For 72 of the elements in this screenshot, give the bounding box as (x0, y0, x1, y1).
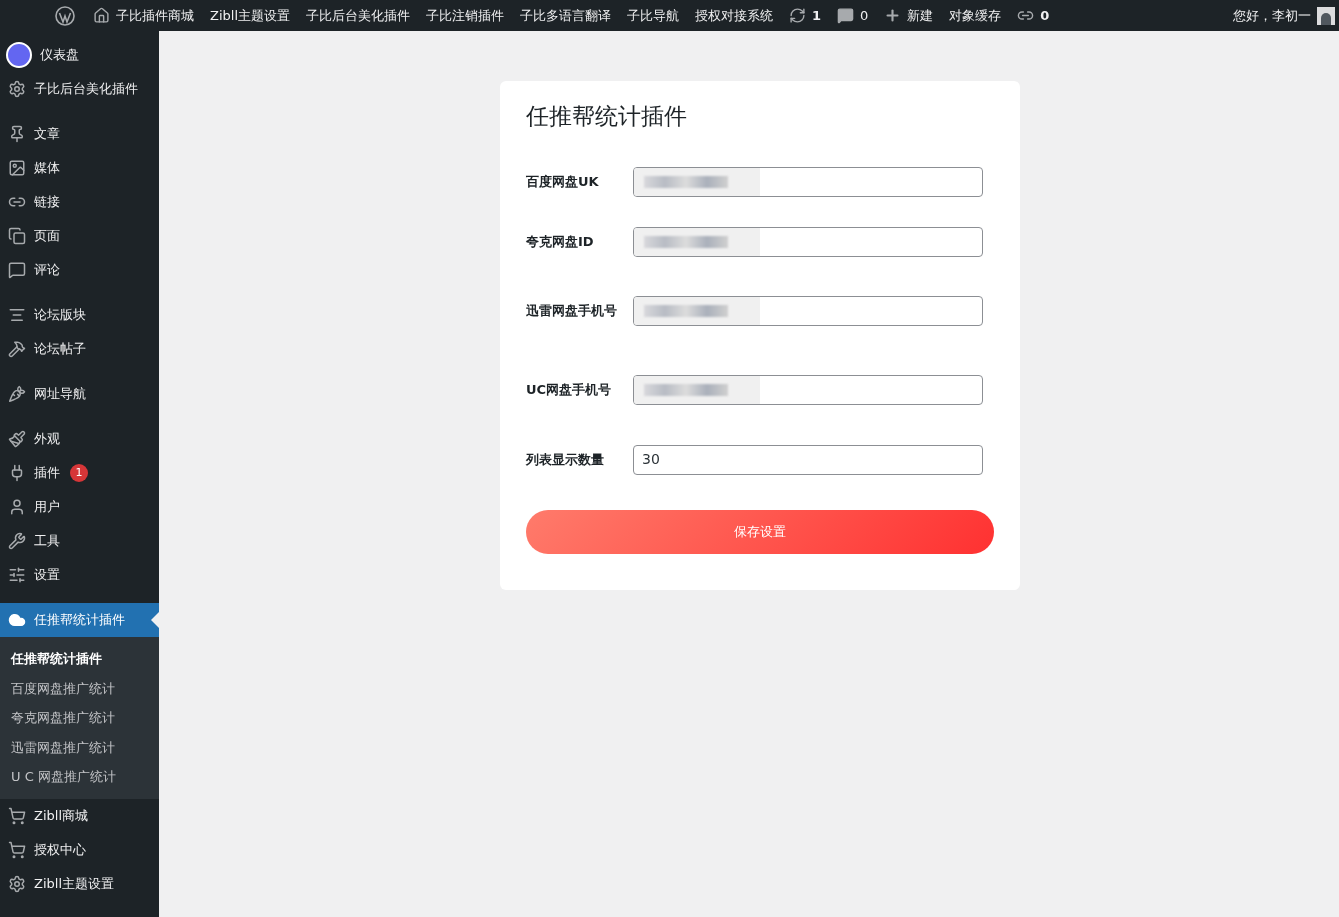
pointer-arrow (151, 612, 159, 628)
text-input[interactable]: 30 (633, 444, 983, 475)
field-label: 迅雷网盘手机号 (526, 302, 618, 320)
sidebar-item[interactable]: 用户 (0, 490, 159, 524)
pages-icon (8, 227, 26, 245)
wrench-icon (8, 532, 26, 550)
greeting-text[interactable]: 您好，李初一 (1233, 5, 1311, 26)
plus-icon (884, 7, 902, 24)
sidebar-item[interactable]: Zibll商城 (0, 798, 159, 833)
sidebar-item[interactable]: 评论 (0, 253, 159, 287)
field-label: 夸克网盘ID (526, 232, 595, 251)
brush-icon (8, 430, 26, 448)
sidebar-item[interactable]: 任推帮统计插件 (0, 603, 159, 637)
site-home-link[interactable]: 子比插件商城 (85, 0, 202, 31)
toolbar-link[interactable]: 子比后台美化插件 (298, 0, 418, 31)
cart-icon (8, 806, 26, 825)
refresh-icon (789, 7, 806, 24)
submenu-item[interactable]: 任推帮统计插件 (0, 644, 159, 674)
toolbar-link[interactable]: 子比注销插件 (418, 0, 512, 31)
sidebar-item[interactable]: 插件 1 (0, 456, 159, 490)
toolbar-link[interactable]: Zibll主题设置 (202, 0, 298, 31)
submenu-item[interactable]: 迅雷网盘推广统计 (0, 732, 159, 762)
toolbar-link[interactable]: 子比多语言翻译 (512, 0, 619, 31)
sidebar-item[interactable]: 媒体 (0, 151, 159, 185)
card-title: 任推帮统计插件 (526, 102, 688, 131)
text-input[interactable] (633, 166, 983, 197)
updates-link[interactable]: 1 (781, 0, 830, 31)
sidebar-item[interactable]: 外观 (0, 422, 159, 456)
submenu-item[interactable]: 百度网盘推广统计 (0, 673, 159, 703)
field-label: 百度网盘UK (526, 172, 600, 191)
sidebar-item[interactable]: 文章 (0, 117, 159, 151)
sidebar-item[interactable]: 论坛帖子 (0, 332, 159, 366)
count-badge: 1 (70, 464, 88, 482)
user-icon (8, 498, 26, 516)
sliders-icon (8, 566, 26, 584)
gear-icon (8, 874, 26, 893)
sidebar-item[interactable]: 工具 (0, 524, 159, 558)
avatar-icon[interactable] (1317, 6, 1335, 25)
submenu-item[interactable]: U C 网盘推广统计 (0, 762, 159, 792)
comments-link[interactable]: 0 (829, 0, 877, 31)
text-input[interactable] (633, 375, 983, 405)
gear-icon (8, 80, 26, 98)
toolbar-link[interactable]: 子比导航 (619, 0, 687, 31)
sidebar-item[interactable]: 授权中心 (0, 832, 159, 867)
toolbar-link[interactable]: 授权对接系统 (687, 0, 781, 31)
links-link[interactable]: 0 (1009, 0, 1058, 31)
home-icon (93, 7, 110, 24)
hammer-icon (8, 340, 26, 358)
sidebar-item[interactable]: Zibll主题设置 (0, 866, 159, 901)
sidebar-item[interactable]: 网址导航 (0, 377, 159, 411)
sidebar-item[interactable]: 页面 (0, 219, 159, 253)
field-label: 列表显示数量 (526, 450, 605, 469)
image-icon (8, 159, 26, 177)
new-content-link[interactable]: 新建 (876, 0, 942, 31)
toolbar-link[interactable]: 对象缓存 (941, 0, 1010, 31)
cart-icon (8, 840, 26, 859)
comment-icon (837, 7, 855, 24)
pin-icon (8, 125, 26, 143)
field-label: UC网盘手机号 (526, 381, 613, 399)
submenu-item[interactable]: 夸克网盘推广统计 (0, 703, 159, 733)
sidebar-item[interactable]: 子比后台美化插件 (0, 72, 159, 106)
wordpress-logo-icon[interactable] (55, 5, 75, 26)
cloud-icon (8, 611, 26, 629)
comment-icon (8, 261, 26, 279)
sidebar-item[interactable]: 论坛版块 (0, 298, 159, 332)
carrot-icon (8, 385, 26, 403)
sidebar-item[interactable]: 仪表盘 (0, 38, 159, 72)
text-input[interactable] (633, 296, 983, 326)
sidebar-item[interactable]: 链接 (0, 185, 159, 219)
lines-icon (8, 306, 26, 324)
sidebar-item[interactable]: 设置 (0, 558, 159, 592)
text-input[interactable] (633, 226, 983, 257)
